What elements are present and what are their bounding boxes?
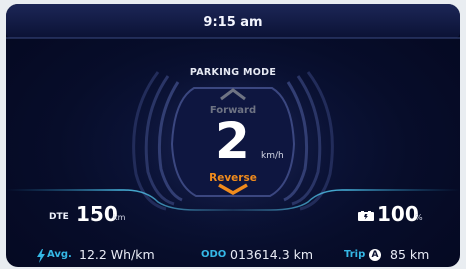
dte-unit: km xyxy=(113,213,126,222)
avg-consumption-value: 12.2 Wh/km xyxy=(79,247,155,262)
dte-label: DTE xyxy=(49,212,69,222)
battery-percent-value: 100 xyxy=(377,202,419,226)
trip-value: 85 km xyxy=(390,247,430,262)
trip-label: Trip xyxy=(344,249,366,260)
odometer-label: ODO xyxy=(201,249,227,260)
trip-a-badge: A xyxy=(369,249,381,261)
trip-stats-bar: Avg. 12.2 Wh/km ODO 013614.3 km Trip A 8… xyxy=(6,245,460,267)
instrument-cluster-display: 9:15 am PARKING MODE Forward 2 km/h Reve… xyxy=(6,4,460,267)
speedometer: 2 km/h xyxy=(215,115,305,167)
battery-percent-unit: % xyxy=(415,213,423,222)
reverse-label: Reverse xyxy=(209,172,257,184)
avg-consumption-label: Avg. xyxy=(47,249,72,260)
battery-icon xyxy=(358,211,374,221)
status-bar: 9:15 am xyxy=(6,4,460,42)
odometer-value: 013614.3 km xyxy=(230,247,314,262)
drive-mode-title: PARKING MODE xyxy=(189,67,277,78)
clock-time: 9:15 am xyxy=(203,15,263,30)
dte-value: 150 xyxy=(76,202,118,226)
speed-value: 2 xyxy=(215,112,250,170)
cluster-frame: 9:15 am PARKING MODE Forward 2 km/h Reve… xyxy=(0,0,466,269)
lightning-icon xyxy=(37,249,45,263)
speed-unit: km/h xyxy=(261,151,284,161)
